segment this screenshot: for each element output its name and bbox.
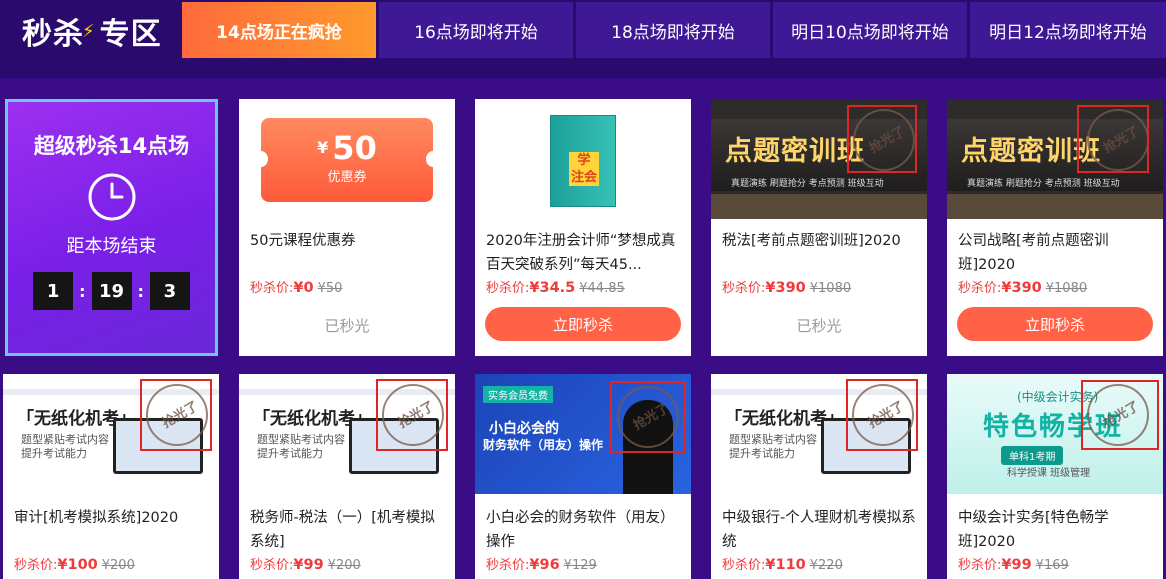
tab-14-session[interactable]: 14点场正在疯抢 <box>182 2 376 58</box>
product-title[interactable]: 2020年注册会计师“梦想成真百天突破系列”每天45... <box>486 229 682 277</box>
banner-badge: 单科1考期 <box>1001 446 1064 465</box>
coupon-notch <box>254 151 268 167</box>
original-price: ¥129 <box>563 558 597 573</box>
product-image: 「无纸化机考」 题型紧贴考试内容 提升考试能力 抢光了 <box>239 374 455 494</box>
product-price: 秒杀价:¥100 ¥200 <box>14 557 135 573</box>
banner-sub-text: 科学授课 班级管理 <box>1007 468 1091 479</box>
highlight-box <box>610 381 686 453</box>
highlight-box <box>1081 380 1159 450</box>
original-price: ¥220 <box>809 558 843 573</box>
countdown-title: 超级秒杀14点场 <box>33 134 190 158</box>
product-title[interactable]: 50元课程优惠券 <box>250 229 446 253</box>
banner-sub-text: 真题演练 刷题抢分 考点预测 班级互动 <box>967 179 1120 189</box>
sold-out-label: 已秒光 <box>324 317 370 335</box>
product-image: 「无纸化机考」 题型紧贴考试内容 提升考试能力 抢光了 <box>711 374 927 494</box>
product-price: 秒杀价:¥99 ¥169 <box>958 557 1069 573</box>
product-price: 秒杀价:¥390 ¥1080 <box>958 280 1088 296</box>
product-price: 秒杀价:¥0 ¥50 <box>250 280 343 296</box>
product-price: 秒杀价:¥99 ¥200 <box>250 557 361 573</box>
buy-now-button[interactable]: 立即秒杀 <box>485 307 681 341</box>
product-image: 「无纸化机考」 题型紧贴考试内容 提升考试能力 抢光了 <box>3 374 219 494</box>
banner-sub-text: 财务软件（用友）操作 <box>483 438 604 452</box>
lightning-icon: ⚡ <box>82 20 96 42</box>
coupon-graphic: ¥50 优惠券 <box>254 118 440 202</box>
product-title[interactable]: 中级会计实务[特色畅学班]2020 <box>958 506 1154 554</box>
product-title[interactable]: 审计[机考模拟系统]2020 <box>14 506 210 530</box>
product-image: 实务会员免费 小白必会的 财务软件（用友）操作 抢光了 <box>475 374 691 494</box>
product-title[interactable]: 税务师-税法（一）[机考模拟系统] <box>250 506 446 554</box>
countdown-minutes: 19 <box>91 272 132 310</box>
banner-sub-text: 题型紧贴考试内容 提升考试能力 <box>257 433 345 460</box>
product-title[interactable]: 税法[考前点题密训班]2020 <box>722 229 918 253</box>
original-price: ¥200 <box>327 558 361 573</box>
original-price: ¥200 <box>101 558 135 573</box>
product-title[interactable]: 小白必会的财务软件（用友）操作 <box>486 506 682 554</box>
book-cover-image: 学注会 <box>550 115 616 207</box>
top-navigation-bar: 秒杀 ⚡ 专区 14点场正在疯抢 16点场即将开始 18点场即将开始 明日10点… <box>0 0 1166 78</box>
logo-text: 秒杀 <box>22 17 84 52</box>
tab-16-session[interactable]: 16点场即将开始 <box>379 2 573 58</box>
original-price: ¥1080 <box>809 281 852 296</box>
product-image: 学注会 <box>475 99 691 219</box>
countdown-timer: 1 : 19 : 3 <box>8 272 215 310</box>
product-price: 秒杀价:¥34.5 ¥44.85 <box>486 280 625 296</box>
coupon-notch <box>426 151 440 167</box>
coupon-amount: ¥50 <box>317 129 377 167</box>
highlight-box <box>846 379 918 451</box>
buy-now-button[interactable]: 立即秒杀 <box>957 307 1153 341</box>
banner-sub-text: 题型紧贴考试内容 提升考试能力 <box>729 433 817 460</box>
highlight-box <box>140 379 212 451</box>
tab-tomorrow-10-session[interactable]: 明日10点场即将开始 <box>773 2 967 58</box>
tab-tomorrow-12-session[interactable]: 明日12点场即将开始 <box>970 2 1166 58</box>
original-price: ¥50 <box>317 281 343 296</box>
banner-sub-text: 题型紧贴考试内容 提升考试能力 <box>21 433 109 460</box>
tab-18-session[interactable]: 18点场即将开始 <box>576 2 770 58</box>
product-card-finance-software[interactable]: 实务会员免费 小白必会的 财务软件（用友）操作 抢光了 小白必会的财务软件（用友… <box>475 374 691 579</box>
colon-separator: : <box>137 281 144 301</box>
product-title[interactable]: 中级银行-个人理财机考模拟系统 <box>722 506 918 554</box>
countdown-seconds: 3 <box>149 272 190 310</box>
countdown-subtitle: 距本场结束 <box>66 236 157 257</box>
product-image: 点题密训班 真题演练 刷题抢分 考点预测 班级互动 抢光了 <box>947 99 1163 219</box>
countdown-hours: 1 <box>33 272 74 310</box>
product-card-audit-exam[interactable]: 「无纸化机考」 题型紧贴考试内容 提升考试能力 抢光了 审计[机考模拟系统]202… <box>3 374 219 579</box>
product-image: (中级会计实务) 特色畅学班 单科1考期 科学授课 班级管理 抢光了 <box>947 374 1163 494</box>
clock-icon <box>88 173 135 221</box>
product-card-cpa-book[interactable]: 学注会 2020年注册会计师“梦想成真百天突破系列”每天45... 秒杀价:¥3… <box>475 99 691 356</box>
highlight-box <box>847 105 917 173</box>
colon-separator: : <box>79 281 86 301</box>
original-price: ¥44.85 <box>579 281 625 296</box>
original-price: ¥1080 <box>1045 281 1088 296</box>
product-image: ¥50 优惠券 <box>239 99 455 219</box>
banner-main-text: 小白必会的 <box>489 421 559 437</box>
sold-out-label: 已秒光 <box>796 317 842 335</box>
coupon-label: 优惠券 <box>327 170 367 185</box>
logo-suffix: 专区 <box>99 17 162 52</box>
banner-sub-text: 真题演练 刷题抢分 考点预测 班级互动 <box>731 179 884 189</box>
member-free-badge: 实务会员免费 <box>483 386 553 403</box>
product-price: 秒杀价:¥96 ¥129 <box>486 557 597 573</box>
product-card-tax-agent-exam[interactable]: 「无纸化机考」 题型紧贴考试内容 提升考试能力 抢光了 税务师-税法（一）[机考模… <box>239 374 455 579</box>
product-title[interactable]: 公司战略[考前点题密训班]2020 <box>958 229 1154 277</box>
session-tabs: 14点场正在疯抢 16点场即将开始 18点场即将开始 明日10点场即将开始 明日… <box>182 2 1166 58</box>
product-price: 秒杀价:¥390 ¥1080 <box>722 280 852 296</box>
flash-sale-logo: 秒杀 ⚡ 专区 <box>22 10 162 52</box>
countdown-panel: 超级秒杀14点场 距本场结束 1 : 19 : 3 <box>5 99 218 356</box>
product-card-strategy-course[interactable]: 点题密训班 真题演练 刷题抢分 考点预测 班级互动 抢光了 公司战略[考前点题密… <box>947 99 1163 356</box>
highlight-box <box>376 379 448 451</box>
product-card-intermediate-accounting[interactable]: (中级会计实务) 特色畅学班 单科1考期 科学授课 班级管理 抢光了 中级会计实… <box>947 374 1163 579</box>
highlight-box <box>1077 105 1149 173</box>
product-card-banking-exam[interactable]: 「无纸化机考」 题型紧贴考试内容 提升考试能力 抢光了 中级银行-个人理财机考模拟… <box>711 374 927 579</box>
product-price: 秒杀价:¥110 ¥220 <box>722 557 843 573</box>
product-card-coupon[interactable]: ¥50 优惠券 50元课程优惠券 秒杀价:¥0 ¥50 已秒光 <box>239 99 455 356</box>
product-image: 点题密训班 真题演练 刷题抢分 考点预测 班级互动 抢光了 <box>711 99 927 219</box>
original-price: ¥169 <box>1035 558 1069 573</box>
banner-main-text: 点题密训班 <box>725 136 865 167</box>
product-card-tax-course[interactable]: 点题密训班 真题演练 刷题抢分 考点预测 班级互动 抢光了 税法[考前点题密训班… <box>711 99 927 356</box>
